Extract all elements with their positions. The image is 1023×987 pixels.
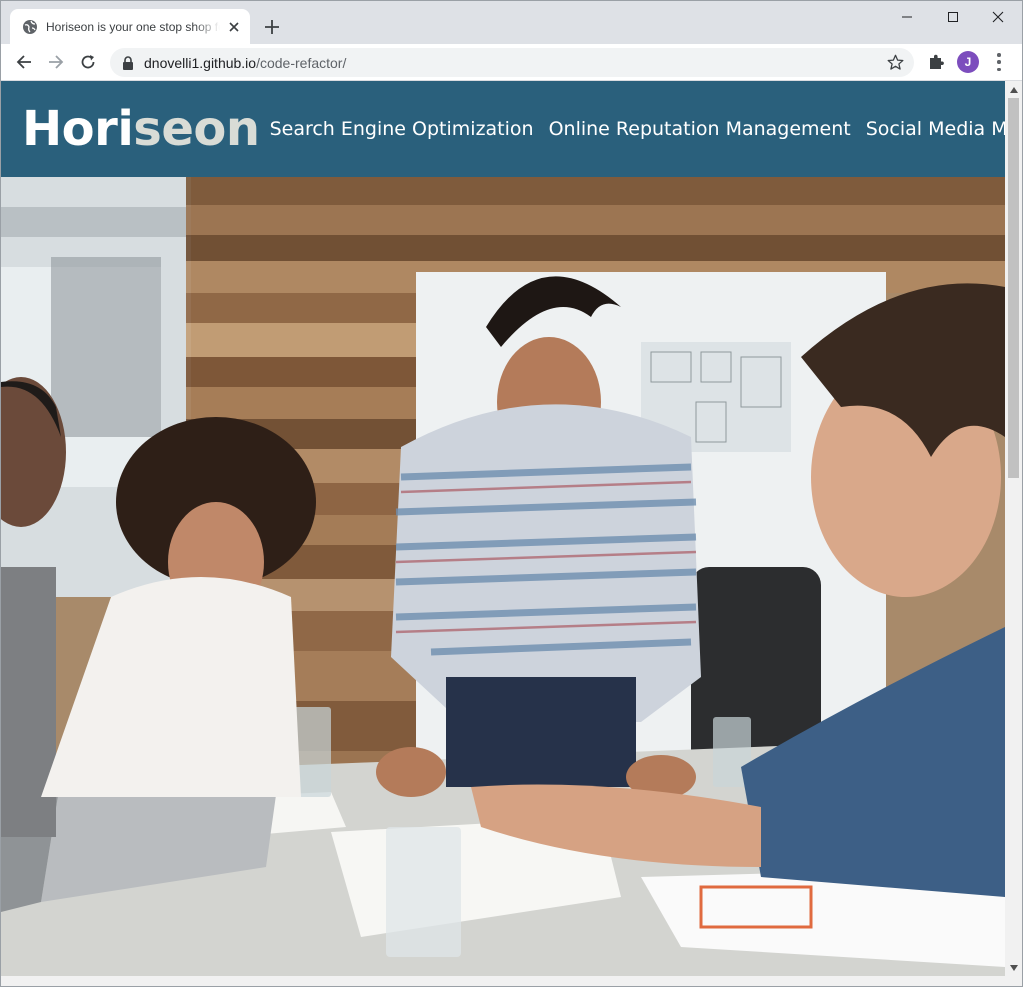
minimize-button[interactable] [892, 7, 922, 27]
browser-toolbar: dnovelli1.github.io/code-refactor/ J [1, 44, 1022, 81]
close-window-button[interactable] [983, 7, 1013, 27]
kebab-menu-icon[interactable] [995, 53, 1003, 71]
reload-icon [81, 55, 95, 69]
maximize-button[interactable] [938, 7, 968, 27]
hero-image [1, 177, 1005, 976]
url-text: dnovelli1.github.io/code-refactor/ [144, 55, 346, 71]
browser-window: Horiseon is your one stop shop for dnove… [0, 0, 1023, 987]
address-bar[interactable]: dnovelli1.github.io/code-refactor/ [110, 48, 914, 77]
tab-strip: Horiseon is your one stop shop for [1, 1, 1022, 44]
forward-button[interactable] [46, 52, 66, 72]
url-path: /code-refactor/ [256, 54, 347, 71]
nav-link-social-media[interactable]: Social Media Marketing [866, 118, 1005, 140]
vertical-scrollbar[interactable] [1005, 81, 1022, 976]
page-viewport: Horiseon Search Engine Optimization Onli… [1, 81, 1005, 976]
bookmark-star-icon[interactable] [887, 54, 904, 71]
logo-part-2: seon [133, 101, 260, 157]
scrollbar-thumb[interactable] [1008, 98, 1019, 478]
lock-icon[interactable] [122, 55, 134, 70]
plus-icon [265, 20, 279, 34]
nav-link-seo[interactable]: Search Engine Optimization [270, 118, 534, 140]
scroll-down-arrow-icon[interactable] [1005, 959, 1022, 976]
arrow-right-icon [49, 55, 64, 69]
scroll-up-arrow-icon[interactable] [1005, 81, 1022, 98]
main-nav: Search Engine Optimization Online Reputa… [270, 118, 1005, 140]
back-button[interactable] [14, 52, 34, 72]
site-header: Horiseon Search Engine Optimization Onli… [1, 81, 1005, 177]
close-tab-icon[interactable] [226, 19, 242, 35]
minimize-icon [902, 16, 912, 18]
extensions-puzzle-icon[interactable] [927, 53, 945, 71]
new-tab-button[interactable] [263, 18, 281, 36]
globe-icon [23, 19, 37, 34]
nav-link-reputation[interactable]: Online Reputation Management [549, 118, 851, 140]
office-meeting-photo [1, 177, 1005, 976]
maximize-icon [948, 12, 958, 22]
arrow-left-icon [16, 55, 31, 69]
profile-avatar[interactable]: J [957, 51, 979, 73]
close-icon [992, 11, 1004, 23]
horizontal-scrollbar[interactable] [1, 976, 1022, 986]
browser-tab[interactable]: Horiseon is your one stop shop for [10, 9, 250, 44]
logo-part-1: Hori [22, 101, 134, 157]
url-host: dnovelli1.github.io [144, 54, 257, 71]
reload-button[interactable] [78, 52, 98, 72]
site-logo: Horiseon [22, 101, 260, 157]
tab-title: Horiseon is your one stop shop for [46, 19, 220, 34]
